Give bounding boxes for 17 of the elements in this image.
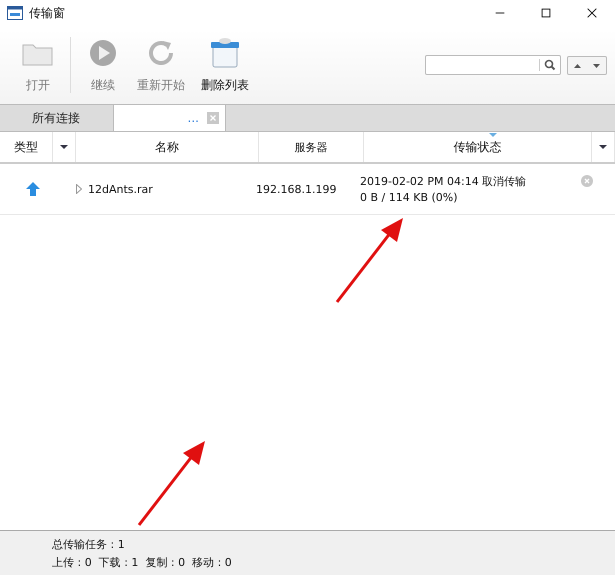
table-cell-text: 192.168.1.199 <box>256 182 338 196</box>
status-text: 上传 : 0 下载 : 1 复制 : 0 移动 : 0 <box>52 554 233 570</box>
search-field[interactable] <box>425 55 561 75</box>
column-header[interactable]: 类型 <box>0 132 76 162</box>
toolbar-button[interactable]: 删除列表 <box>193 36 257 94</box>
status-text: 总传输任务 : 1 <box>52 536 126 552</box>
app-icon <box>7 6 23 20</box>
window-title: 传输窗 <box>29 4 65 22</box>
file-name: 12dAnts.rar <box>88 182 153 196</box>
transfer-status: 2019-02-02 PM 04:14 取消传输 <box>360 174 526 189</box>
expand-icon[interactable] <box>76 184 82 194</box>
tab[interactable]: 所有连接 <box>0 105 113 131</box>
column-header[interactable]: 传输状态 <box>364 132 615 162</box>
column-header[interactable]: 服务器 <box>259 132 364 162</box>
column-header[interactable]: 名称 <box>76 132 259 162</box>
tab[interactable]: ... <box>113 105 226 131</box>
upload-arrow-icon <box>25 181 41 197</box>
